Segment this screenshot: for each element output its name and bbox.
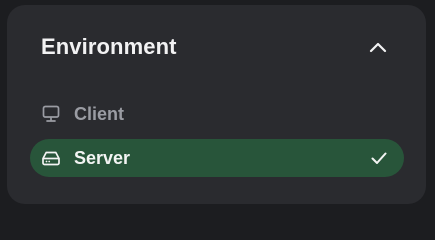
panel-title: Environment <box>41 34 177 59</box>
monitor-icon <box>42 105 60 122</box>
checkmark-icon <box>371 152 387 164</box>
environment-panel: Environment Client Server <box>7 5 426 204</box>
collapse-button[interactable] <box>364 34 392 62</box>
chevron-up-icon <box>369 42 387 53</box>
hard-drive-icon <box>42 151 60 166</box>
option-server[interactable]: Server <box>30 139 404 177</box>
panel-header[interactable]: Environment <box>7 5 426 89</box>
option-server-label: Server <box>74 148 131 168</box>
option-client[interactable]: Client <box>30 95 404 133</box>
option-client-label: Client <box>74 104 125 124</box>
